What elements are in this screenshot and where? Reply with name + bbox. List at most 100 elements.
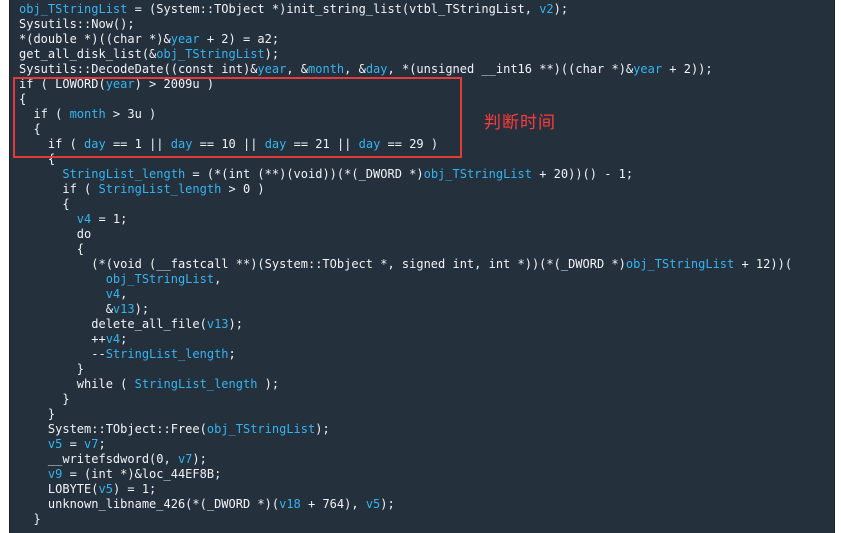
code-text-token: if ( [19, 182, 99, 196]
code-line[interactable]: *(double *)((char *)&year + 2) = a2; [19, 32, 792, 47]
code-variable-token: StringList_length [105, 347, 229, 361]
code-text-token: ); [192, 452, 207, 466]
code-text-token: + 764), [300, 497, 366, 511]
code-text-token: , & [344, 62, 366, 76]
code-variable-token: obj_TStringList [625, 257, 735, 271]
code-line[interactable]: v5 = v7; [19, 437, 792, 452]
code-line[interactable]: StringList_length = (*(int (**)(void))(*… [19, 167, 792, 182]
code-line[interactable]: v4 = 1; [19, 212, 792, 227]
code-variable-token: v4 [105, 332, 121, 346]
code-text-token: = 1; [91, 212, 128, 226]
annotation-label: 判断时间 [484, 113, 556, 133]
code-variable-token: v13 [112, 302, 135, 316]
code-variable-token: v9 [47, 467, 63, 481]
code-text-token: System::TObject::Free( [19, 422, 207, 436]
code-line[interactable]: unknown_libname_426(*(_DWORD *)(v18 + 76… [19, 497, 792, 512]
code-variable-token: v5 [47, 437, 63, 451]
code-variable-token: v7 [84, 437, 99, 451]
code-text-token: __writefsdword(0, [19, 452, 178, 466]
code-line[interactable]: Sysutils::Now(); [19, 17, 792, 32]
code-text-token: = [62, 437, 85, 451]
code-text-token: + 2) = a2; [199, 32, 280, 46]
code-line[interactable]: } [19, 362, 792, 377]
code-line[interactable]: LOBYTE(v5) = 1; [19, 482, 792, 497]
code-line[interactable]: { [19, 197, 792, 212]
code-text-token: , *(unsigned __int16 **)((char *)& [387, 62, 634, 76]
code-text-token: ; [98, 437, 106, 451]
code-variable-token: day [365, 62, 388, 76]
code-line[interactable]: } [19, 512, 792, 527]
code-text-token: } [19, 362, 85, 376]
code-text-token: } [19, 512, 41, 526]
code-line[interactable]: while ( StringList_length ); [19, 377, 792, 392]
date-check-highlight-box [13, 77, 462, 158]
code-line[interactable]: obj_TStringList = (System::TObject *)ini… [19, 2, 792, 17]
code-text-token: ); [264, 47, 280, 61]
code-text-token: ++ [19, 332, 106, 346]
code-line[interactable]: } [19, 407, 792, 422]
code-text-token: get_all_disk_list(& [19, 47, 157, 61]
code-text-token: + 12))( [734, 257, 793, 271]
code-text-token: ); [228, 317, 243, 331]
code-text-token: unknown_libname_426(*(_DWORD *)( [19, 497, 280, 511]
code-line[interactable]: Sysutils::DecodeDate((const int)&year, &… [19, 62, 792, 77]
code-text-token: = (*(int (**)(void))(*(_DWORD *) [185, 167, 424, 181]
code-text-token: { [19, 197, 70, 211]
code-text-token: Sysutils::DecodeDate((const int)& [19, 62, 258, 76]
code-line[interactable]: do [19, 227, 792, 242]
code-line[interactable]: obj_TStringList, [19, 272, 792, 287]
code-text-token: ); [553, 2, 569, 16]
code-text-token: , [120, 287, 128, 301]
code-variable-token: v13 [206, 317, 229, 331]
code-line[interactable]: --StringList_length; [19, 347, 792, 362]
code-text-token: -- [19, 347, 106, 361]
code-line[interactable]: delete_all_file(v13); [19, 317, 792, 332]
code-text-token: LOBYTE( [19, 482, 99, 496]
code-variable-token: year [633, 62, 663, 76]
code-variable-token: v4 [105, 287, 121, 301]
code-line[interactable]: &v13); [19, 302, 792, 317]
code-line[interactable]: v4, [19, 287, 792, 302]
code-variable-token: obj_TStringList [105, 272, 215, 286]
code-line[interactable]: if ( StringList_length > 0 ) [19, 182, 792, 197]
code-variable-token: year [257, 62, 287, 76]
code-line[interactable]: __writefsdword(0, v7); [19, 452, 792, 467]
code-line[interactable]: } [19, 392, 792, 407]
code-text-token: ); [134, 302, 150, 316]
code-line[interactable]: get_all_disk_list(&obj_TStringList); [19, 47, 792, 62]
code-variable-token: v5 [365, 497, 381, 511]
code-variable-token: v18 [279, 497, 301, 511]
code-text-token: Sysutils::Now(); [19, 17, 135, 31]
code-variable-token: StringList_length [134, 377, 258, 391]
code-text-token: (*(void (__fastcall **)(System::TObject … [19, 257, 626, 271]
code-text-token: while ( [19, 377, 135, 391]
code-text-token: { [19, 242, 85, 256]
code-variable-token: obj_TStringList [19, 2, 128, 16]
code-text-token: + 2)); [662, 62, 713, 76]
code-text-token: = (int *)&loc_44EF8B; [62, 467, 222, 481]
code-variable-token: year [170, 32, 200, 46]
code-text-token: , & [286, 62, 309, 76]
code-line[interactable]: v9 = (int *)&loc_44EF8B; [19, 467, 792, 482]
code-text-token: *(double *)((char *)& [19, 32, 171, 46]
code-text-token: ; [228, 347, 236, 361]
code-variable-token: obj_TStringList [206, 422, 316, 436]
code-text-token: do [19, 227, 92, 241]
code-variable-token: StringList_length [62, 167, 186, 181]
code-text-token: > 0 ) [221, 182, 265, 196]
code-variable-token: v2 [539, 2, 554, 16]
code-text-token: } [19, 407, 56, 421]
code-line[interactable]: (*(void (__fastcall **)(System::TObject … [19, 257, 792, 272]
code-variable-token: obj_TStringList [423, 167, 532, 181]
code-text-token: delete_all_file( [19, 317, 207, 331]
code-line[interactable]: System::TObject::Free(obj_TStringList); [19, 422, 792, 437]
code-line[interactable]: { [19, 242, 792, 257]
code-variable-token: month [308, 62, 345, 76]
code-line[interactable]: ++v4; [19, 332, 792, 347]
code-text-token: ; [120, 332, 128, 346]
